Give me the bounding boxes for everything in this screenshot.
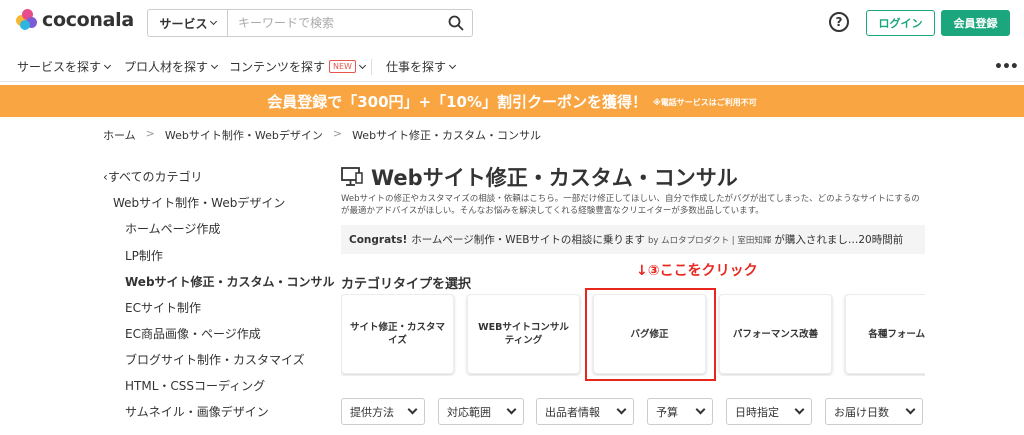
filter-label: 対応範囲	[447, 405, 491, 419]
filter-label: 日時指定	[735, 405, 779, 419]
nav-item-label: プロ人材を探す	[124, 60, 209, 74]
chevron-down-icon	[905, 404, 916, 415]
congrats-label: Congrats!	[349, 233, 408, 246]
breadcrumb-home[interactable]: ホーム	[103, 127, 136, 143]
nav-divider	[371, 59, 372, 75]
search-icon	[448, 15, 464, 31]
back-to-all-categories[interactable]: ‹すべてのカテゴリ	[103, 168, 203, 185]
filter-scope[interactable]: 対応範囲	[438, 398, 524, 425]
filter-label: お届け日数	[834, 405, 889, 419]
logo-text: coconala	[42, 9, 134, 31]
page-title: Webサイト修正・カスタム・コンサル	[371, 166, 738, 190]
search-button[interactable]	[440, 10, 472, 36]
chevron-down-icon	[616, 404, 627, 415]
banner-main-text: 会員登録で「300円」+「10%」割引クーポンを獲得！	[267, 92, 647, 111]
nav-item-find-services[interactable]: サービスを探す	[17, 58, 112, 75]
chevron-down-icon	[695, 404, 706, 415]
annotation-highlight-box	[585, 288, 716, 381]
category-card-site-fix[interactable]: サイト修正・カスタマイズ	[341, 294, 454, 374]
congrats-suffix: が購入されまし…20時間前	[774, 234, 904, 246]
page-heading: Webサイト修正・カスタム・コンサル	[341, 162, 738, 192]
breadcrumb-current: Webサイト修正・カスタム・コンサル	[352, 129, 542, 142]
breadcrumb: ホーム > Webサイト制作・Webデザイン > Webサイト修正・カスタム・コ…	[103, 127, 541, 143]
nav-item-label: コンテンツを探す	[229, 60, 326, 74]
chevron-down-icon	[506, 404, 517, 415]
more-options-icon[interactable]: •••	[994, 59, 1019, 75]
recent-purchase-ticker[interactable]: Congrats! ホームページ制作・WEBサイトの相談に乗ります by ムロタ…	[341, 225, 925, 254]
coconala-logo[interactable]: coconala	[16, 9, 134, 31]
register-button[interactable]: 会員登録	[941, 10, 1010, 36]
breadcrumb-separator: >	[332, 127, 343, 140]
sidebar-item-ec-site[interactable]: ECサイト制作	[125, 299, 201, 316]
sidebar-item-ec-images[interactable]: EC商品画像・ページ作成	[125, 325, 261, 342]
category-card-consulting[interactable]: WEBサイトコンサルティング	[467, 294, 580, 374]
filter-datetime[interactable]: 日時指定	[726, 398, 812, 425]
sidebar-item-thumbnail[interactable]: サムネイル・画像デザイン	[125, 403, 269, 420]
category-type-heading: カテゴリタイプを選択	[341, 277, 472, 292]
sidebar-item-website-fix[interactable]: Webサイト修正・カスタム・コンサル	[125, 273, 335, 290]
chevron-down-icon	[448, 61, 457, 69]
sidebar-item-homepage[interactable]: ホームページ作成	[125, 220, 220, 237]
site-header: coconala サービス ? ログイン 会員登録	[0, 0, 1024, 46]
login-button[interactable]: ログイン	[866, 10, 935, 36]
sidebar-item-html-css[interactable]: HTML・CSSコーディング	[125, 377, 265, 394]
search-bar: サービス	[147, 9, 473, 37]
breadcrumb-parent[interactable]: Webサイト制作・Webデザイン	[165, 127, 323, 143]
chevron-down-icon	[794, 404, 805, 415]
category-description: Webサイトの修正やカスタマイズの相談・依頼はこちら。一部だけ修正してほしい、自…	[341, 194, 920, 216]
chevron-down-icon	[358, 61, 367, 69]
click-here-annotation: ↓③ここをクリック	[636, 263, 758, 279]
sidebar-item-blog[interactable]: ブログサイト制作・カスタマイズ	[125, 351, 305, 368]
chevron-down-icon	[407, 404, 418, 415]
filter-label: 予算	[656, 405, 678, 419]
search-category-select[interactable]: サービス	[148, 10, 228, 36]
sidebar-item-lp[interactable]: LP制作	[125, 247, 163, 264]
nav-item-find-contents[interactable]: コンテンツを探す NEW	[229, 58, 367, 75]
filter-label: 出品者情報	[545, 405, 600, 419]
congrats-seller: by ムロタプロダクト | 室田知輝	[647, 235, 772, 246]
category-card-performance[interactable]: パフォーマンス改善	[719, 294, 832, 374]
promo-banner[interactable]: 会員登録で「300円」+「10%」割引クーポンを獲得！ ※電話サービスはご利用不…	[0, 85, 1024, 117]
filter-label: 提供方法	[350, 405, 394, 419]
filter-seller-info[interactable]: 出品者情報	[536, 398, 634, 425]
filter-delivery-method[interactable]: 提供方法	[341, 398, 425, 425]
monitor-icon	[341, 167, 363, 186]
nav-item-label: 仕事を探す	[386, 60, 447, 74]
chevron-down-icon	[210, 61, 219, 69]
nav-item-find-jobs[interactable]: 仕事を探す	[386, 58, 457, 75]
filter-delivery-days[interactable]: お届け日数	[825, 398, 923, 425]
congrats-service: ホームページ制作・WEBサイトの相談に乗ります	[411, 234, 645, 246]
chevron-down-icon	[103, 61, 112, 69]
main-nav: サービスを探す プロ人材を探す コンテンツを探す NEW 仕事を探す •••	[0, 50, 1024, 82]
category-card-forms[interactable]: 各種フォーム・	[845, 294, 925, 374]
nav-item-find-pros[interactable]: プロ人材を探す	[124, 58, 219, 75]
breadcrumb-separator: >	[145, 127, 155, 140]
help-icon[interactable]: ?	[829, 12, 849, 32]
logo-mark-icon	[16, 9, 38, 31]
search-category-label: サービス	[159, 16, 208, 31]
search-filters: 提供方法 対応範囲 出品者情報 予算 日時指定 お届け日数	[341, 398, 925, 426]
filter-budget[interactable]: 予算	[647, 398, 713, 425]
sidebar-parent-category[interactable]: Webサイト制作・Webデザイン	[113, 194, 285, 211]
banner-note-text: ※電話サービスはご利用不可	[653, 98, 757, 107]
back-label: すべてのカテゴリ	[107, 170, 203, 184]
chevron-down-icon	[209, 17, 217, 26]
search-input[interactable]	[228, 10, 440, 36]
new-badge: NEW	[329, 60, 356, 73]
nav-item-label: サービスを探す	[17, 60, 102, 74]
